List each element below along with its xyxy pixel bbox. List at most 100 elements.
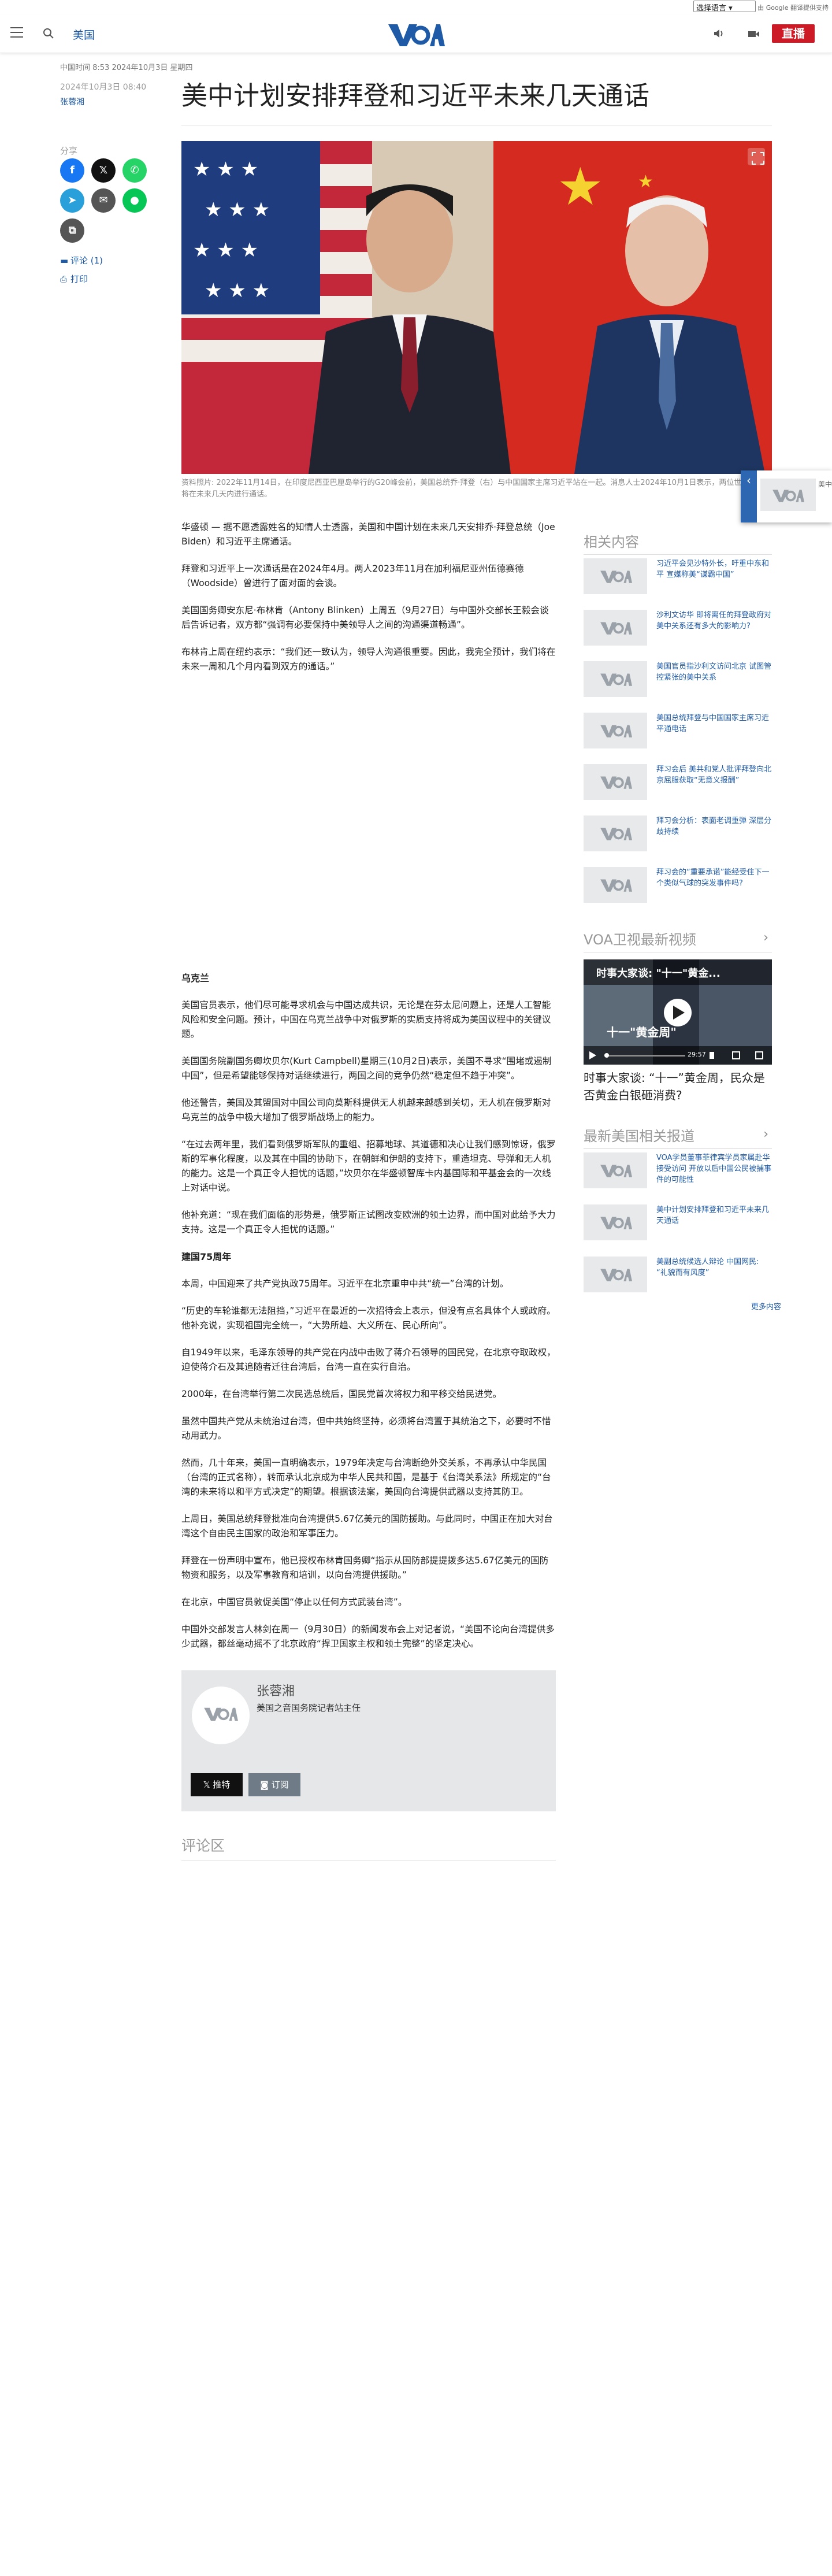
- list-item[interactable]: 拜习会的“重要承诺”能经受住下一个类似气球的突发事件吗?: [584, 867, 772, 907]
- list-item[interactable]: VOA学员董事菲律宾学员家属赴华接受访问 开放以后中国公民被捕事件的可能性: [584, 1152, 772, 1193]
- video-icon[interactable]: [746, 27, 760, 41]
- chevron-right-icon: ›: [763, 1127, 768, 1141]
- share-label: 分享: [60, 146, 78, 156]
- line-icon[interactable]: ●: [122, 188, 147, 213]
- story-thumbnail: [584, 713, 647, 748]
- story-title[interactable]: 沙利文访华 即将离任的拜登政府对美中关系还有多大的影响力?: [656, 610, 772, 632]
- video-caption[interactable]: 时事大家谈: “十一”黄金周，民众是否黄金白银砸消费?: [584, 1069, 772, 1104]
- voa-logo-icon: [600, 1269, 632, 1281]
- paragraph: 拜登和习近平上一次通话是在2024年4月。两人2023年11月在加利福尼亚州伍德…: [181, 564, 524, 588]
- email-icon[interactable]: ✉: [91, 188, 116, 213]
- list-item[interactable]: 美国总统拜登与中国国家主席习近平通电话: [584, 713, 772, 753]
- story-title[interactable]: 美国总统拜登与中国国家主席习近平通电话: [656, 713, 772, 735]
- voa-logo-icon[interactable]: [387, 21, 445, 47]
- voa-logo-icon: [600, 1165, 632, 1177]
- svg-text:★ ★ ★: ★ ★ ★: [193, 158, 258, 181]
- paragraph: 他补充道：“现在我们面临的形势是，俄罗斯正试图改变欧洲的领土边界，而中国对此给予…: [181, 1210, 556, 1235]
- paragraph: 本周，中国迎来了共产党执政75周年。习近平在北京重申中共“统一”台湾的计划。: [181, 1278, 509, 1289]
- article-body-main: 乌克兰 美国官员表示，他们尽可能寻求机会与中国达成共识，无论是在芬太尼问题上，还…: [181, 971, 556, 1664]
- story-title[interactable]: 拜习会后 美共和党人批评拜登向北京屈服获取“无意义报酬”: [656, 764, 772, 786]
- rss-button[interactable]: ◙ 订阅: [248, 1773, 300, 1796]
- paragraph: 美国官员表示，他们尽可能寻求机会与中国达成共识，无论是在芬太尼问题上，还是人工智…: [181, 1000, 551, 1039]
- translate-bar: 选择语言 ▾ 由 Google 翻译提供支持: [0, 0, 832, 15]
- story-title[interactable]: 美国官员指沙利文访问北京 试图管控紧张的美中关系: [656, 661, 772, 683]
- menu-icon[interactable]: [10, 27, 23, 38]
- image-caption: 资料照片: 2022年11月14日，在印度尼西亚巴厘岛举行的G20峰会前，美国总…: [181, 479, 772, 499]
- story-thumbnail: [584, 1204, 647, 1240]
- voa-logo-icon: [600, 1217, 632, 1229]
- story-title[interactable]: 拜习会的“重要承诺”能经受住下一个类似气球的突发事件吗?: [656, 867, 772, 889]
- voa-logo-icon: [600, 879, 632, 892]
- video-heading[interactable]: VOA卫视最新视频 ›: [584, 928, 772, 952]
- paragraph: 他还警告，美国及其盟国对中国公司向莫斯科提供无人机越来越感到关切，无人机在俄罗斯…: [181, 1098, 551, 1122]
- story-thumbnail: [584, 661, 647, 697]
- chevron-right-icon: ›: [763, 931, 768, 945]
- story-title[interactable]: VOA学员董事菲律宾学员家属赴华接受访问 开放以后中国公民被捕事件的可能性: [656, 1152, 772, 1185]
- copy-link-icon[interactable]: ⧉: [60, 218, 84, 243]
- publish-date: 2024年10月3日 08:40: [60, 83, 147, 92]
- paragraph: “在过去两年里，我们看到俄罗斯军队的重组、招募地球、其道德和决心让我们感到惊讶，…: [181, 1139, 556, 1193]
- telegram-icon[interactable]: ➤: [60, 188, 84, 213]
- language-select[interactable]: 选择语言 ▾: [693, 1, 756, 13]
- story-title: 美中计划安排拜登和: [818, 480, 832, 488]
- author-name[interactable]: 张蓉湘: [257, 1681, 295, 1699]
- chevron-left-icon[interactable]: ‹: [741, 470, 757, 522]
- live-button[interactable]: 直播: [772, 24, 815, 43]
- video-player[interactable]: 时事大家谈: "十一"黄金... 十一"黄金周" 29:57: [584, 959, 772, 1065]
- voa-logo-icon: [204, 1707, 238, 1721]
- rss-icon: ◙: [260, 1780, 272, 1790]
- author-box: 张蓉湘 美国之音国务院记者站主任 𝕏 推特 ◙ 订阅: [181, 1670, 556, 1811]
- voa-logo-icon: [600, 622, 632, 635]
- paragraph: 在北京，中国官员敦促美国“停止以任何方式武装台湾”。: [181, 1597, 407, 1607]
- list-item[interactable]: 美中计划安排拜登和习近平未来几天通话: [584, 1204, 772, 1245]
- list-item[interactable]: 拜习会后 美共和党人批评拜登向北京屈服获取“无意义报酬”: [584, 764, 772, 805]
- story-title[interactable]: 美副总统候选人辩论 中国网民: “礼貌而有风度”: [656, 1257, 772, 1278]
- facebook-icon[interactable]: f: [60, 158, 84, 183]
- voa-logo-icon: [600, 570, 632, 583]
- paragraph: 华盛顿 — 据不愿透露姓名的知情人士透露，美国和中国计划在未来几天安排乔·拜登总…: [181, 522, 555, 547]
- story-thumbnail: [584, 816, 647, 851]
- svg-text:★: ★: [557, 157, 604, 217]
- story-title[interactable]: 拜习会分析：表面老调重弹 深层分歧持续: [656, 816, 772, 837]
- paragraph: “历史的车轮谁都无法阻挡，”习近平在最近的一次招待会上表示，但没有点名具体个人或…: [181, 1306, 556, 1330]
- audio-icon[interactable]: [712, 27, 726, 40]
- list-item[interactable]: 美副总统候选人辩论 中国网民: “礼貌而有风度”: [584, 1257, 772, 1297]
- list-item[interactable]: 拜习会分析：表面老调重弹 深层分歧持续: [584, 816, 772, 856]
- voa-logo-icon: [600, 725, 632, 737]
- paragraph: 虽然中国共产党从未统治过台湾，但中共始终坚持，必须将台湾置于其统治之下，必要时不…: [181, 1416, 551, 1441]
- list-item[interactable]: 习近平会见沙特外长，吁重中东和平 宣媒称美“谋霸中国”: [584, 558, 772, 599]
- voa-logo-icon: [600, 828, 632, 840]
- whatsapp-icon[interactable]: ✆: [122, 158, 147, 183]
- paragraph: 然而，几十年来，美国一直明确表示，1979年决定与台湾断绝外交关系，不再承认中华…: [181, 1458, 551, 1497]
- paragraph: 布林肯上周在纽约表示：“我们还一致认为，领导人沟通很重要。因此，我完全预计，我们…: [181, 647, 556, 672]
- article-body-intro: 华盛顿 — 据不愿透露姓名的知情人士透露，美国和中国计划在未来几天安排乔·拜登总…: [181, 520, 556, 687]
- list-item[interactable]: 美国官员指沙利文访问北京 试图管控紧张的美中关系: [584, 661, 772, 702]
- section-link[interactable]: 美国: [73, 27, 95, 42]
- story-title[interactable]: 美中计划安排拜登和习近平未来几天通话: [656, 1204, 772, 1226]
- follow-x-button[interactable]: 𝕏 推特: [191, 1773, 243, 1796]
- article-title: 美中计划安排拜登和习近平未来几天通话: [181, 80, 650, 111]
- subheading: 建国75周年: [181, 1251, 232, 1262]
- comments-link[interactable]: ▬ 评论 (1): [60, 254, 103, 266]
- x-twitter-icon[interactable]: 𝕏: [91, 158, 116, 183]
- paragraph: 美国国务院副国务卿坎贝尔(Kurt Campbell)星期三(10月2日)表示，…: [181, 1056, 552, 1081]
- floating-story-widget[interactable]: ‹ 美中计划安排拜登和: [741, 470, 832, 522]
- svg-text:★: ★: [638, 172, 653, 192]
- author-link[interactable]: 张蓉湘: [60, 96, 84, 108]
- svg-text:★ ★ ★: ★ ★ ★: [205, 198, 270, 221]
- story-thumbnail: [584, 1152, 647, 1188]
- list-item[interactable]: 沙利文访华 即将离任的拜登政府对美中关系还有多大的影响力?: [584, 610, 772, 650]
- voa-logo-icon: [600, 673, 632, 686]
- video-overlay-subtitle: 十一"黄金周": [607, 1025, 677, 1039]
- story-title[interactable]: 习近平会见沙特外长，吁重中东和平 宣媒称美“谋霸中国”: [656, 558, 772, 580]
- author-role: 美国之音国务院记者站主任: [257, 1703, 361, 1713]
- print-link[interactable]: ⎙ 打印: [60, 273, 88, 285]
- paragraph: 拜登在一份声明中宣布，他已授权布林肯国务卿“指示从国防部提提拨多达5.67亿美元…: [181, 1555, 549, 1580]
- latest-heading[interactable]: 最新美国相关报道 ›: [584, 1125, 772, 1149]
- story-thumbnail: [584, 610, 647, 646]
- story-thumbnail: [584, 764, 647, 800]
- search-icon[interactable]: [42, 27, 55, 40]
- avatar[interactable]: [192, 1687, 250, 1744]
- print-icon: ⎙: [60, 274, 68, 284]
- more-link[interactable]: 更多内容: [751, 1300, 781, 1311]
